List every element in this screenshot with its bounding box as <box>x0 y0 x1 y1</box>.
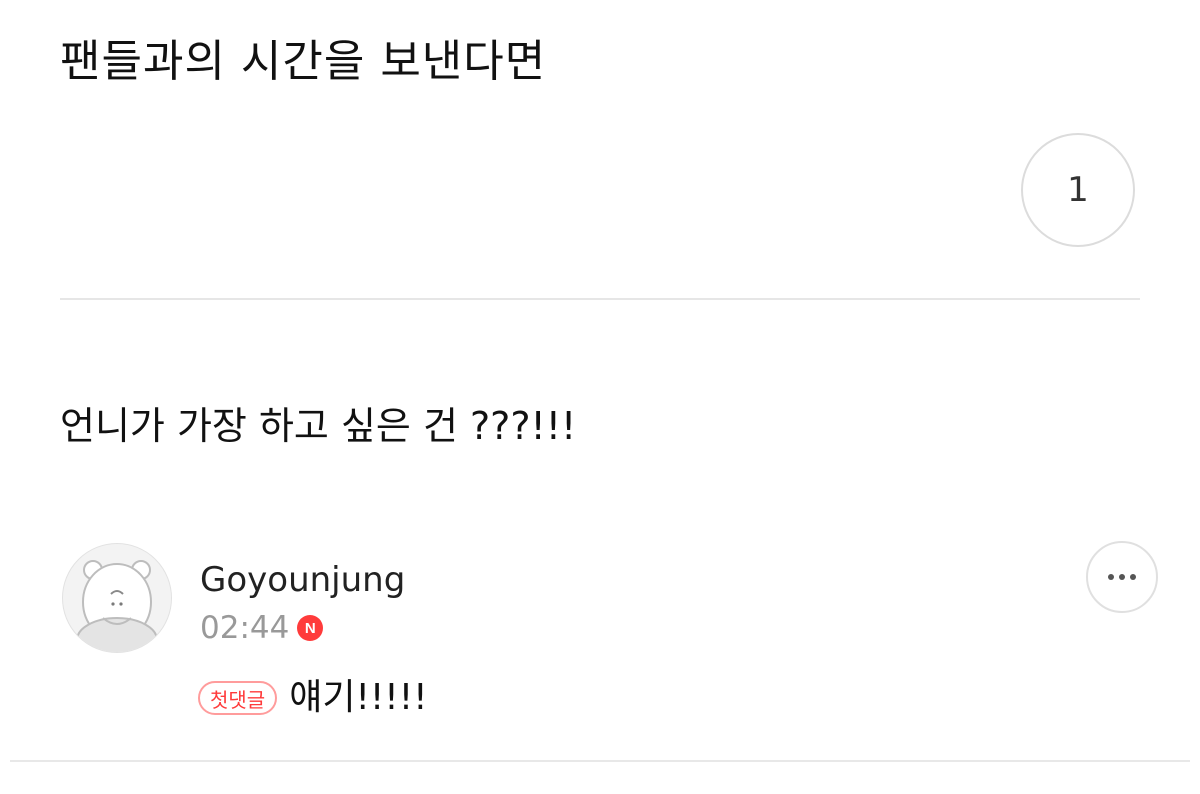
comment-item: Goyounjung 02:44 N 첫댓글 얘기!!!!! <box>0 540 1200 762</box>
comment-time: 02:44 <box>200 610 290 646</box>
comment-author[interactable]: Goyounjung <box>200 558 405 602</box>
post-body-text: 언니가 가장 하고 싶은 건 ???!!! <box>60 404 577 448</box>
post-page: 팬들과의 시간을 보낸다면 1 언니가 가장 하고 싶은 건 ???!!! Go… <box>0 0 1200 794</box>
count-label: 1 <box>1067 170 1089 210</box>
comment-meta: 02:44 N <box>200 608 324 648</box>
first-comment-tag: 첫댓글 <box>198 681 278 715</box>
divider <box>10 760 1190 762</box>
comment-text: 얘기!!!!! <box>289 677 428 718</box>
divider <box>60 298 1140 300</box>
new-badge: N <box>297 615 324 641</box>
more-horizontal-icon <box>1130 574 1136 580</box>
post-title: 팬들과의 시간을 보낸다면 <box>60 36 547 87</box>
hamster-avatar-icon <box>76 560 158 652</box>
count-circle[interactable]: 1 <box>1021 133 1135 247</box>
more-horizontal-icon <box>1119 574 1125 580</box>
comment-body: 첫댓글 얘기!!!!! <box>198 674 428 722</box>
more-horizontal-icon <box>1108 574 1114 580</box>
avatar[interactable] <box>62 543 172 653</box>
more-options-button[interactable] <box>1086 541 1158 613</box>
